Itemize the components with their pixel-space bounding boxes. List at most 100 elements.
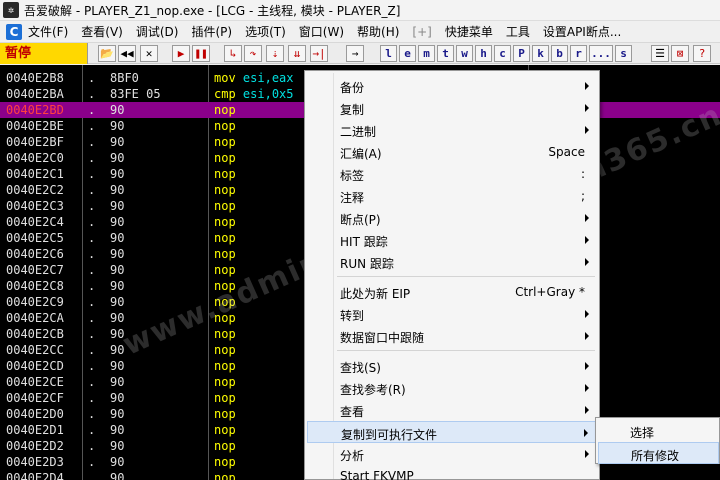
context-menu-item[interactable]: 转到 [307,303,597,325]
help-icon[interactable]: ? [693,45,711,62]
restart-icon[interactable]: ◀◀ [118,45,136,62]
windows-button[interactable]: w [456,45,473,62]
window-title: 吾爱破解 - PLAYER_Z1_nop.exe - [LCG - 主线程, 模… [24,3,401,18]
menu-plugins[interactable]: 插件(P) [191,23,232,40]
disasm-instruction: nop [214,470,236,480]
bug-app-icon[interactable]: ✲ [3,2,19,18]
source-button[interactable]: s [615,45,632,62]
goto-icon[interactable]: → [346,45,364,62]
disasm-hex-bytes: 90 [110,375,125,389]
submenu-arrow-icon [585,384,589,392]
disasm-mnemonic: nop [214,455,236,469]
breakpoints-button[interactable]: b [551,45,568,62]
context-menu-item[interactable]: 分析 [307,443,597,465]
disasm-instruction: nop [214,134,236,150]
disasm-mnemonic: nop [214,135,236,149]
menu-shortcuts[interactable]: 快捷菜单 [445,23,493,40]
disasm-address: 0040E2C8 [6,279,64,293]
menu-debug[interactable]: 调试(D) [136,23,179,40]
pause-icon[interactable]: ❚❚ [192,45,210,62]
disasm-address: 0040E2C9 [6,295,64,309]
context-menu-item[interactable]: 查找参考(R) [307,377,597,399]
patches-button[interactable]: P [513,45,530,62]
executable-modules-button[interactable]: e [399,45,416,62]
context-menu-item[interactable]: RUN 跟踪 [307,251,597,273]
disasm-address: 0040E2D3 [6,455,64,469]
disasm-hex-bytes: 90 [110,151,125,165]
menu-plus[interactable]: [+] [412,25,431,39]
copy-to-executable-submenu: 选择 所有修改 [595,417,720,464]
disasm-mnemonic: nop [214,183,236,197]
open-folder-icon[interactable]: 📂 [98,45,116,62]
context-menu-item[interactable]: 汇编(A) Space [307,141,597,163]
context-menu-item-label: 分析 [340,449,365,463]
log-window-button[interactable]: l [380,45,397,62]
disasm-instruction: nop [214,246,236,262]
call-stack-button[interactable]: k [532,45,549,62]
step-over-icon[interactable]: ↷ [244,45,262,62]
menu-options[interactable]: 选项(T) [245,23,286,40]
context-menu-item[interactable]: 复制到可执行文件 [307,421,597,443]
disasm-hex-bytes: 8BF0 [110,71,139,85]
disasm-mnemonic: nop [214,199,236,213]
context-menu-item[interactable]: 查找(S) [307,355,597,377]
submenu-item-all-modifications[interactable]: 所有修改 [598,442,719,464]
context-menu-item[interactable]: 备份 [307,75,597,97]
disasm-marker: . [88,455,96,469]
settings-icon[interactable]: ⊠ [671,45,689,62]
context-menu-item[interactable]: HIT 跟踪 [307,229,597,251]
step-into-icon[interactable]: ↳ [224,45,242,62]
threads-button[interactable]: t [437,45,454,62]
menu-window[interactable]: 窗口(W) [299,23,344,40]
menu-set-api-breakpoint[interactable]: 设置API断点... [543,23,621,40]
menu-help[interactable]: 帮助(H) [357,23,399,40]
disasm-hex-bytes: 90 [110,119,125,133]
context-menu-item[interactable]: 复制 [307,97,597,119]
disasm-mnemonic: mov [214,71,236,85]
menu-tools[interactable]: 工具 [506,23,530,40]
run-trace-button[interactable]: ... [589,45,613,62]
disasm-hex-bytes: 90 [110,215,125,229]
handles-button[interactable]: h [475,45,492,62]
disasm-marker: . [88,375,96,389]
disasm-marker: . [88,183,96,197]
context-menu-item[interactable]: 数据窗口中跟随 [307,325,597,347]
close-icon[interactable]: ✕ [140,45,158,62]
options-icon[interactable]: ☰ [651,45,669,62]
disasm-hex-bytes: 90 [110,247,125,261]
title-bar: ✲ 吾爱破解 - PLAYER_Z1_nop.exe - [LCG - 主线程,… [0,0,720,21]
disasm-instruction: nop [214,214,236,230]
execute-till-return-icon[interactable]: →| [310,45,328,62]
menu-view[interactable]: 查看(V) [81,23,123,40]
menu-file[interactable]: 文件(F) [28,23,68,40]
disasm-instruction: nop [214,166,236,182]
disasm-address: 0040E2BF [6,135,64,149]
disasm-mnemonic: nop [214,407,236,421]
cpu-window-icon[interactable]: C [6,23,22,40]
context-menu-item[interactable]: 查看 [307,399,597,421]
context-menu-shortcut: Ctrl+Gray * [515,285,585,299]
disasm-hex-bytes: 90 [110,199,125,213]
context-menu-item[interactable]: Start FKVMP [307,465,597,480]
context-menu-item[interactable]: 二进制 [307,119,597,141]
disasm-mnemonic: nop [214,343,236,357]
context-menu-item[interactable]: 注释; [307,185,597,207]
run-icon[interactable]: ▶ [172,45,190,62]
disasm-instruction: nop [214,374,236,390]
disasm-marker: . [88,407,96,421]
submenu-item-label: 选择 [630,426,655,440]
memory-map-button[interactable]: m [418,45,435,62]
context-menu-item[interactable]: 断点(P) [307,207,597,229]
disasm-address: 0040E2CB [6,327,64,341]
disasm-marker: . [88,359,96,373]
context-menu-item[interactable]: 此处为新 EIP Ctrl+Gray * [307,281,597,303]
references-button[interactable]: r [570,45,587,62]
context-menu-item-label: 此处为新 EIP [340,287,411,301]
disasm-marker: . [88,279,96,293]
disasm-hex-bytes: 90 [110,423,125,437]
submenu-item-selection[interactable]: 选择 [598,420,719,442]
context-menu-item[interactable]: 标签: [307,163,597,185]
trace-over-icon[interactable]: ⇊ [288,45,306,62]
cpu-button[interactable]: c [494,45,511,62]
trace-into-icon[interactable]: ⇣ [266,45,284,62]
